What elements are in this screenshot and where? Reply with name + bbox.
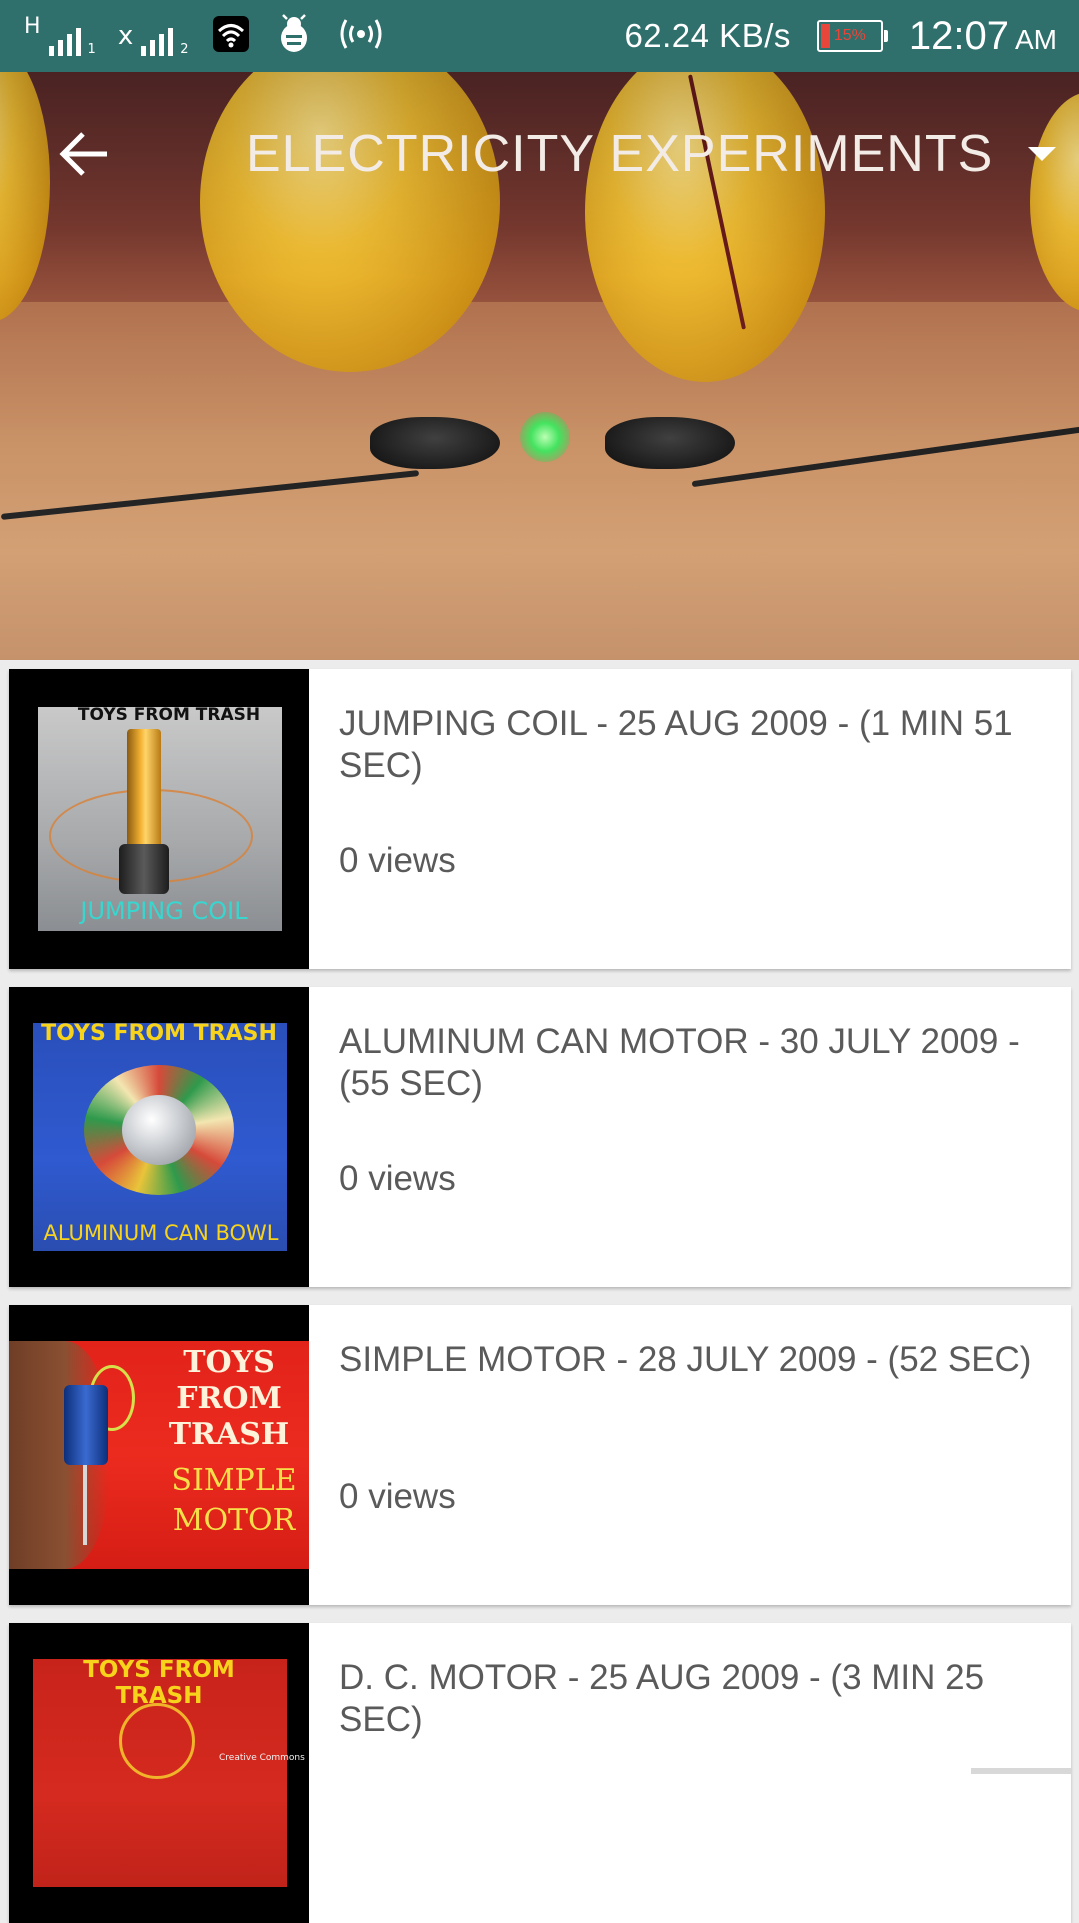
sim1-signal-icon: H 1 — [24, 16, 96, 56]
status-right: 62.24 KB/s 15% 12:07 AM — [624, 10, 1057, 62]
header-banner: ELECTRICITY EXPERIMENTS — [0, 72, 1079, 660]
video-card[interactable]: TOYS FROM TRASH Creative Commons D. C. M… — [9, 1623, 1071, 1923]
video-views: 0 views — [339, 1477, 456, 1516]
thumbnail-small-text: Creative Commons — [219, 1753, 305, 1763]
sim2-signal-icon: x 2 — [118, 16, 189, 56]
thumbnail-label: JUMPING COIL — [80, 897, 248, 925]
video-thumbnail[interactable]: TOYS FROM TRASH Creative Commons — [9, 1623, 309, 1923]
video-title[interactable]: ALUMINUM CAN MOTOR - 30 JULY 2009 - (55 … — [339, 1021, 1039, 1105]
video-thumbnail[interactable]: TOYS FROM TRASH JUMPING COIL — [9, 669, 309, 969]
clock-ampm: AM — [1015, 23, 1057, 55]
battery-level: 15% — [833, 27, 866, 44]
battery-image — [127, 729, 161, 849]
network-speed: 62.24 KB/s — [624, 17, 791, 54]
video-thumbnail[interactable]: TOYS FROM TRASH ALUMINUM CAN BOWL — [9, 987, 309, 1287]
page-title: ELECTRICITY EXPERIMENTS — [246, 125, 994, 183]
arrow-left-icon — [59, 132, 107, 176]
wifi-icon — [211, 14, 251, 58]
scroll-indicator — [971, 1768, 1071, 1774]
clock-time: 12:07 — [908, 13, 1009, 58]
dropdown-button[interactable] — [1017, 134, 1067, 174]
video-card[interactable]: TOYS FROM TRASH SIMPLE MOTOR SIMPLE MOTO… — [9, 1305, 1071, 1605]
thumbnail-caption: TOYS FROM TRASH — [83, 1657, 235, 1709]
battery-icon: 15% — [816, 20, 888, 52]
thumbnail-caption: TOYS FROM TRASH — [41, 1021, 277, 1046]
video-card[interactable]: TOYS FROM TRASH ALUMINUM CAN BOWL ALUMIN… — [9, 987, 1071, 1287]
video-thumbnail[interactable]: TOYS FROM TRASH SIMPLE MOTOR — [9, 1305, 309, 1605]
video-views: 0 views — [339, 841, 456, 880]
hotspot-icon — [337, 14, 385, 58]
video-title[interactable]: D. C. MOTOR - 25 AUG 2009 - (3 MIN 25 SE… — [339, 1657, 1039, 1741]
sim2-prefix: x — [117, 21, 134, 51]
can-image — [122, 1095, 196, 1165]
video-title[interactable]: JUMPING COIL - 25 AUG 2009 - (1 MIN 51 S… — [339, 703, 1039, 787]
bug-icon — [273, 13, 315, 59]
sim2-index: 2 — [180, 42, 189, 57]
video-views: 0 views — [339, 1159, 456, 1198]
status-left-icons: H 1 x 2 — [24, 10, 385, 62]
triangle-down-icon — [1028, 147, 1056, 161]
thumbnail-label: SIMPLE MOTOR — [171, 1463, 297, 1538]
thumbnail-caption: TOYS FROM TRASH — [168, 1345, 290, 1452]
network-type-label: H — [24, 14, 41, 39]
thumbnail-caption: TOYS FROM TRASH — [77, 705, 261, 725]
sim1-index: 1 — [87, 42, 96, 57]
back-button[interactable] — [52, 122, 116, 186]
battery-image — [64, 1385, 108, 1465]
video-title[interactable]: SIMPLE MOTOR - 28 JULY 2009 - (52 SEC) — [339, 1339, 1039, 1381]
thumbnail-label: ALUMINUM CAN BOWL — [43, 1221, 279, 1245]
video-card[interactable]: TOYS FROM TRASH JUMPING COIL JUMPING COI… — [9, 669, 1071, 969]
clock: 12:07 AM — [909, 14, 1057, 59]
status-bar: H 1 x 2 62.24 KB/s 15% 12:07 AM — [0, 0, 1079, 72]
